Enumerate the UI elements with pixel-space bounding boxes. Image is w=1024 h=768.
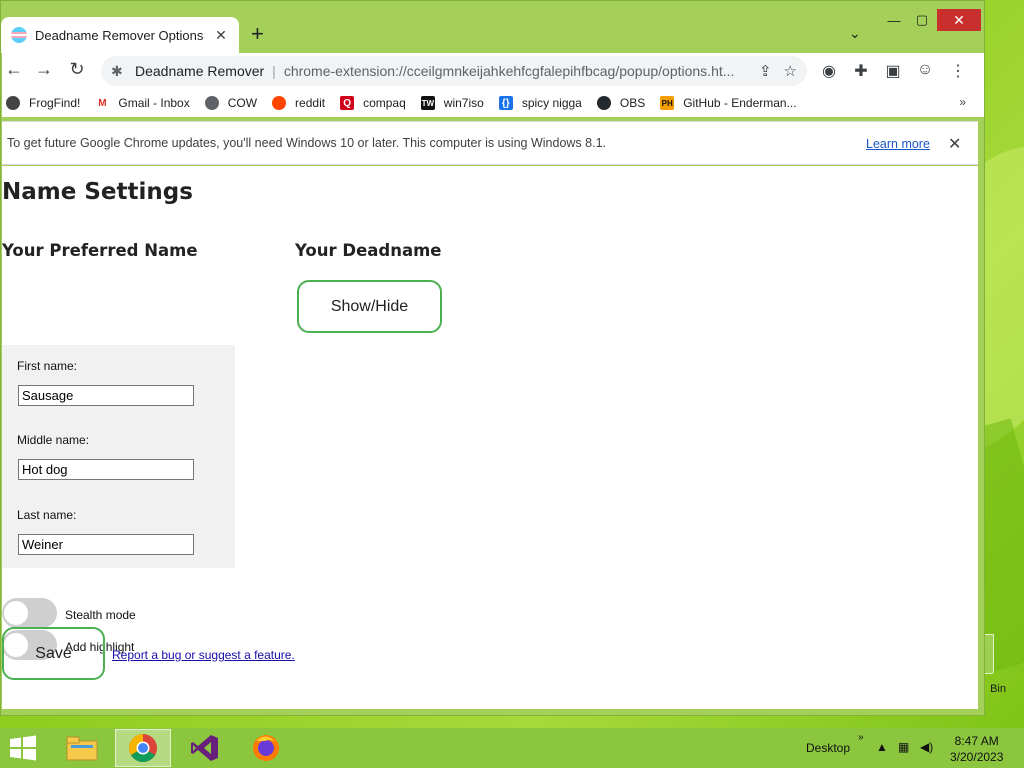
preferred-name-heading: Your Preferred Name <box>2 241 198 260</box>
clock-date: 3/20/2023 <box>950 750 1004 764</box>
show-hide-button[interactable]: Show/Hide <box>297 280 442 333</box>
back-icon[interactable]: ← <box>2 59 26 80</box>
windows-start-icon[interactable] <box>8 735 38 761</box>
menu-dots-icon[interactable]: ⋮ <box>948 61 968 81</box>
extension-circle-icon[interactable]: ◉ <box>819 61 839 81</box>
close-tab-icon[interactable]: ✕ <box>213 27 229 44</box>
ph-icon: PH <box>660 96 675 110</box>
preferred-name-form: First name: Middle name: Last name: <box>2 345 235 568</box>
first-name-label: First name: <box>17 359 78 373</box>
recycle-bin-label[interactable]: Bin <box>990 683 1006 695</box>
tray-overflow-icon[interactable]: ▲ <box>876 740 888 754</box>
toggle-knob <box>4 601 28 625</box>
bookmark-label: spicy nigga <box>521 96 582 110</box>
file-explorer-icon[interactable] <box>54 729 110 767</box>
bookmark-item[interactable]: Q compaq <box>340 96 406 110</box>
extension-icon: ✱ <box>111 62 123 79</box>
infobar-message: To get future Google Chrome updates, you… <box>7 136 606 150</box>
bookmark-item[interactable]: COW <box>204 96 258 110</box>
gmail-icon: M <box>95 96 110 110</box>
globe-icon <box>204 96 219 110</box>
report-bug-link[interactable]: Report a bug or suggest a feature. <box>112 648 295 662</box>
new-tab-button[interactable]: + <box>251 23 264 45</box>
browser-window: Deadname Remover Options ✕ + ⌄ — ▢ ✕ ← →… <box>0 0 985 716</box>
bracket-icon: {} <box>498 96 513 110</box>
bookmark-star-icon[interactable]: ☆ <box>784 62 797 80</box>
omnibox-separator: | <box>272 63 276 79</box>
bookmark-label: win7iso <box>443 96 484 110</box>
deadname-heading: Your Deadname <box>295 241 442 260</box>
bookmark-label: FrogFind! <box>29 96 81 110</box>
forward-icon[interactable]: → <box>32 59 56 80</box>
stealth-mode-toggle[interactable] <box>2 598 57 628</box>
options-page: Name Settings Your Preferred Name Your D… <box>2 166 978 709</box>
address-bar[interactable]: ✱ Deadname Remover | chrome-extension://… <box>101 56 807 86</box>
bookmark-label: GitHub - Enderman... <box>683 96 797 110</box>
side-panel-icon[interactable]: ▣ <box>883 61 903 81</box>
reddit-icon <box>272 96 287 110</box>
volume-icon[interactable]: ◀) <box>920 740 933 754</box>
chrome-taskbar-icon[interactable] <box>115 729 171 767</box>
bookmark-label: OBS <box>619 96 646 110</box>
stealth-mode-label: Stealth mode <box>65 608 136 622</box>
github-icon <box>596 96 611 110</box>
middle-name-label: Middle name: <box>17 433 90 447</box>
desktop-toolbar-label[interactable]: Desktop <box>806 741 850 755</box>
firefox-icon[interactable] <box>238 729 294 767</box>
tab-title: Deadname Remover Options <box>35 27 204 43</box>
bookmark-item[interactable]: {} spicy nigga <box>498 96 582 110</box>
bookmarks-bar: FrogFind! M Gmail - Inbox COW reddit Q c… <box>2 89 984 117</box>
minimize-button[interactable]: — <box>881 9 907 31</box>
close-window-button[interactable]: ✕ <box>937 9 981 31</box>
bookmark-label: compaq <box>363 96 406 110</box>
visual-studio-icon[interactable] <box>177 729 233 767</box>
last-name-label: Last name: <box>17 508 77 522</box>
omnibox-site: Deadname Remover <box>135 63 265 79</box>
bookmarks-overflow-icon[interactable]: » <box>959 95 966 109</box>
learn-more-link[interactable]: Learn more <box>866 137 930 151</box>
tab-search-icon[interactable]: ⌄ <box>849 25 861 42</box>
system-clock[interactable]: 8:47 AM 3/20/2023 <box>950 733 1003 765</box>
browser-tab[interactable]: Deadname Remover Options ✕ <box>1 17 239 53</box>
bookmark-item[interactable]: OBS <box>596 96 646 110</box>
bookmark-item[interactable]: M Gmail - Inbox <box>95 96 190 110</box>
bookmark-item[interactable]: PH GitHub - Enderman... <box>660 96 797 110</box>
share-icon[interactable]: ⇪ <box>759 62 772 80</box>
last-name-input[interactable] <box>18 534 194 555</box>
save-button[interactable]: Save <box>2 627 105 680</box>
maximize-button[interactable]: ▢ <box>909 9 935 31</box>
update-infobar: To get future Google Chrome updates, you… <box>2 121 978 165</box>
browser-toolbar: ← → ↻ ✱ Deadname Remover | chrome-extens… <box>2 53 984 89</box>
page-title: Name Settings <box>2 179 193 205</box>
frog-icon <box>6 96 20 110</box>
reload-icon[interactable]: ↻ <box>65 59 89 80</box>
network-icon[interactable]: ▦ <box>898 740 909 754</box>
bookmark-item[interactable]: TW win7iso <box>420 96 484 110</box>
extensions-puzzle-icon[interactable]: ✚ <box>851 61 871 81</box>
taskbar: Desktop » ▲ ▦ ◀) 8:47 AM 3/20/2023 <box>0 728 1024 768</box>
desktop-toolbar-chevron-icon[interactable]: » <box>858 732 864 743</box>
omnibox-url: chrome-extension://cceilgmnkeijahkehfcgf… <box>283 63 735 79</box>
profile-avatar-icon[interactable]: ☺ <box>915 61 935 79</box>
compaq-icon: Q <box>340 96 355 110</box>
win7iso-icon: TW <box>420 96 435 110</box>
titlebar: Deadname Remover Options ✕ + ⌄ — ▢ ✕ <box>1 1 984 53</box>
bookmark-label: Gmail - Inbox <box>118 96 190 110</box>
clock-time: 8:47 AM <box>954 734 999 748</box>
bookmark-item[interactable]: reddit <box>272 96 325 110</box>
infobar-close-icon[interactable]: ✕ <box>948 134 961 154</box>
bookmark-label: reddit <box>295 96 326 110</box>
bookmark-item[interactable]: FrogFind! <box>6 96 80 110</box>
middle-name-input[interactable] <box>18 459 194 480</box>
trans-flag-icon <box>11 27 27 43</box>
first-name-input[interactable] <box>18 385 194 406</box>
bookmark-label: COW <box>227 96 258 110</box>
